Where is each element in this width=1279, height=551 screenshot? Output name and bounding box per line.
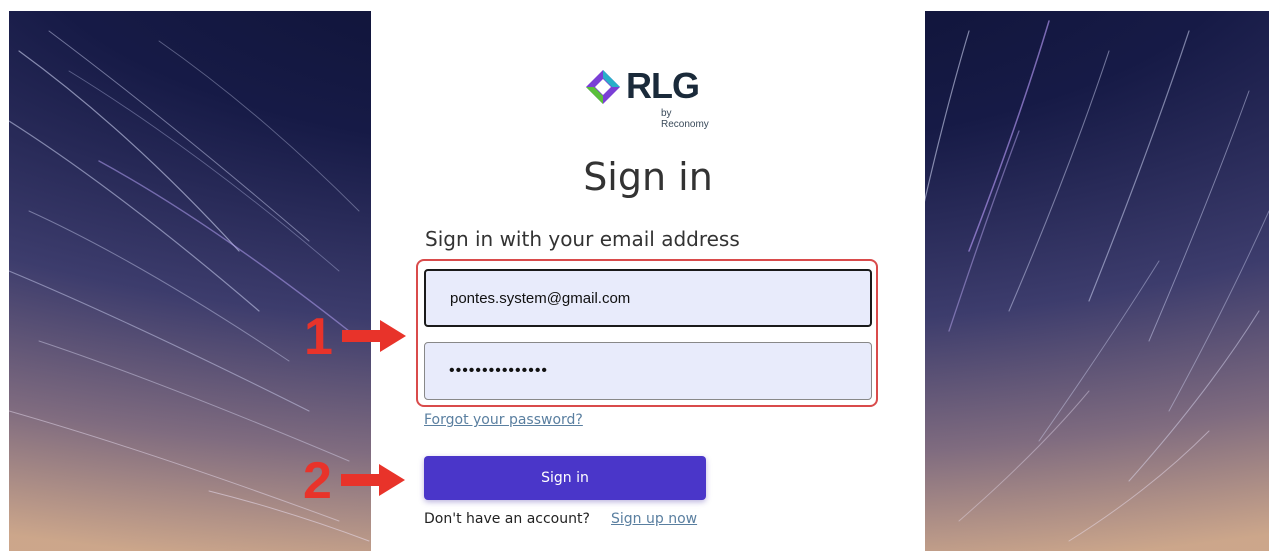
sign-in-button[interactable]: Sign in bbox=[424, 456, 706, 500]
logo-wordmark: RLG bbox=[626, 65, 700, 106]
rlg-diamond-icon bbox=[586, 70, 620, 104]
rlg-logo: RLG by Reconomy bbox=[584, 64, 714, 130]
page-title: Sign in bbox=[583, 155, 713, 199]
password-field[interactable] bbox=[424, 342, 872, 400]
page-subtitle: Sign in with your email address bbox=[425, 227, 740, 251]
sign-up-link[interactable]: Sign up now bbox=[611, 510, 697, 528]
forgot-password-link[interactable]: Forgot your password? bbox=[424, 411, 583, 429]
step-2-arrow-icon bbox=[341, 464, 405, 496]
no-account-text: Don't have an account? bbox=[424, 511, 590, 527]
step-1-arrow-icon bbox=[342, 320, 406, 352]
email-field[interactable] bbox=[424, 269, 872, 327]
logo-tagline: by Reconomy bbox=[661, 108, 709, 130]
step-1-label: 1 bbox=[304, 308, 333, 366]
step-2-label: 2 bbox=[303, 452, 332, 510]
